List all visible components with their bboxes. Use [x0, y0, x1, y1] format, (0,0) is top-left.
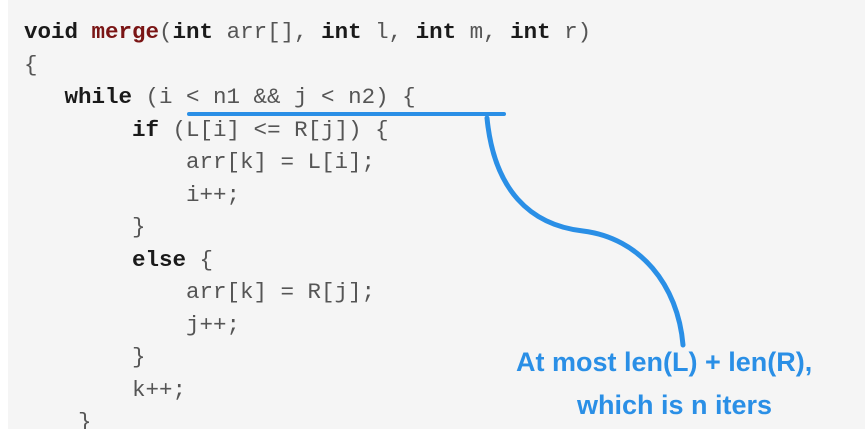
annotation-connector-curve — [484, 115, 686, 348]
slide: void merge(int arr[], int l, int m, int … — [0, 0, 865, 429]
annotation-text-line2: which is n iters — [577, 390, 773, 420]
annotation-text-line1: At most len(L) + len(R), — [516, 347, 813, 377]
